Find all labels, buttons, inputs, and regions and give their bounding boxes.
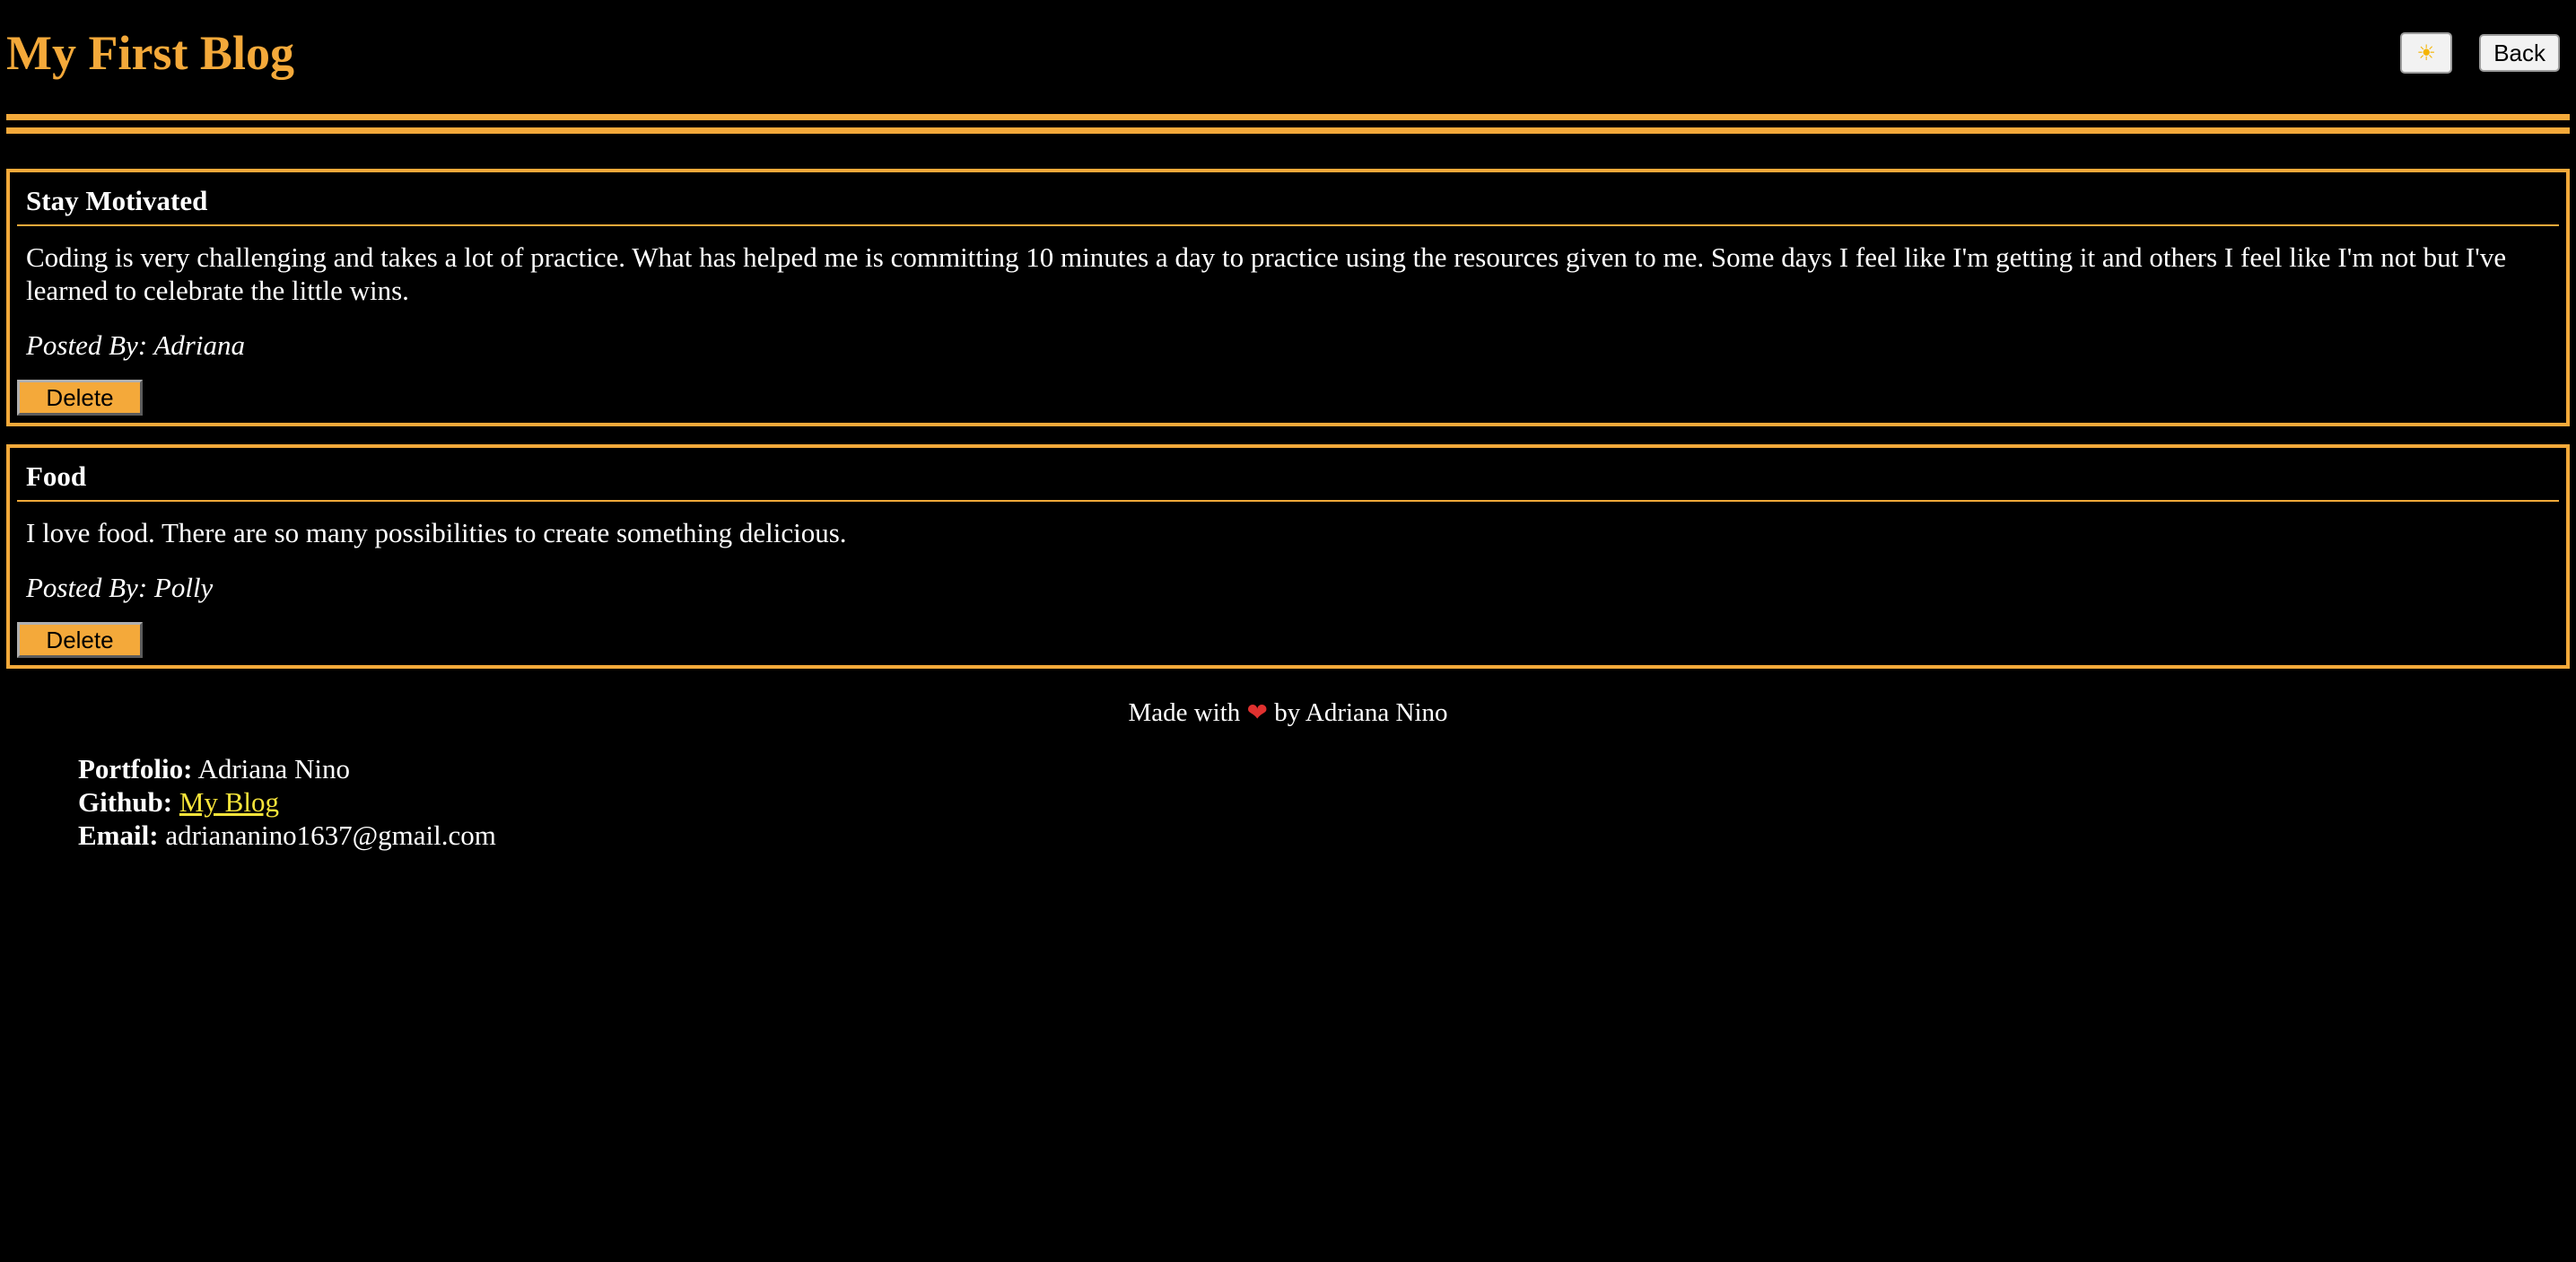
post-author: Posted By: Adriana (26, 329, 245, 361)
delete-button[interactable]: Delete (17, 622, 143, 658)
portfolio-row: Portfolio: Adriana Nino (78, 752, 2576, 785)
github-link[interactable]: My Blog (179, 786, 279, 818)
post-card: Stay Motivated Coding is very challengin… (6, 169, 2570, 426)
contact-info: Portfolio: Adriana Nino Github: My Blog … (78, 752, 2576, 852)
site-footer: Made with ❤ by Adriana Nino Portfolio: A… (0, 691, 2576, 852)
made-with-credit: Made with ❤ by Adriana Nino (0, 691, 2576, 734)
header-actions: ☀ Back (2400, 32, 2560, 74)
email-row: Email: adriananino1637@gmail.com (78, 819, 2576, 852)
site-header: My First Blog ☀ Back (0, 0, 2576, 108)
post-card: Food I love food. There are so many poss… (6, 444, 2570, 669)
portfolio-label: Portfolio: (78, 753, 193, 784)
post-title: Food (17, 448, 2559, 502)
portfolio-value: Adriana Nino (197, 753, 351, 784)
post-content: I love food. There are so many possibili… (26, 517, 847, 548)
credit-suffix: by Adriana Nino (1274, 698, 1448, 727)
back-button[interactable]: Back (2479, 34, 2560, 72)
header-divider (6, 114, 2570, 134)
delete-button[interactable]: Delete (17, 380, 143, 416)
post-list: Stay Motivated Coding is very challengin… (6, 169, 2570, 687)
email-label: Email: (78, 819, 159, 851)
post-title: Stay Motivated (17, 172, 2559, 226)
github-row: Github: My Blog (78, 785, 2576, 819)
theme-toggle-button[interactable]: ☀ (2400, 32, 2453, 74)
heart-icon: ❤ (1246, 697, 1268, 727)
sun-icon: ☀ (2416, 40, 2436, 66)
credit-prefix: Made with (1128, 698, 1241, 727)
email-value: adriananino1637@gmail.com (165, 819, 496, 851)
post-author: Posted By: Polly (26, 572, 214, 603)
site-title: My First Blog (6, 26, 294, 80)
github-label: Github: (78, 786, 173, 818)
post-content: Coding is very challenging and takes a l… (26, 241, 2507, 306)
